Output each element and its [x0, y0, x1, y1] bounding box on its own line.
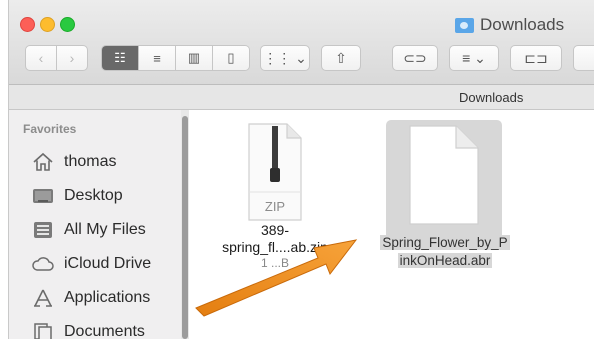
new-folder-button[interactable]: ⊏⊐ [510, 45, 562, 71]
sidebar-item-label: thomas [64, 153, 117, 170]
sidebar-scrollbar[interactable] [181, 110, 189, 339]
column-view-button[interactable]: ▥ [176, 46, 213, 70]
path-bar-title: Downloads [459, 90, 524, 105]
path-bar: Downloads [9, 85, 594, 110]
tag-button[interactable]: ⊂⊃ [392, 45, 438, 71]
all-files-icon [32, 220, 54, 240]
zoom-window-button[interactable] [60, 17, 75, 32]
desktop-icon [32, 186, 54, 206]
favorites-header: Favorites [23, 122, 77, 136]
view-mode-segmented-control: ☷ ≡ ▥ ▯ [101, 45, 250, 71]
sidebar-scroll-thumb[interactable] [182, 116, 188, 339]
sidebar: Favorites thomas Desktop All My Files iC… [9, 110, 181, 339]
sidebar-item-label: iCloud Drive [64, 255, 152, 272]
window-title-label: Downloads [480, 15, 565, 34]
sidebar-item-label: Documents [64, 323, 145, 339]
forward-button[interactable]: › [56, 45, 88, 71]
sidebar-item-label: Applications [64, 289, 151, 306]
minimize-window-button[interactable] [40, 17, 55, 32]
sidebar-item-thomas[interactable]: thomas [32, 148, 116, 176]
back-button[interactable]: ‹ [25, 45, 57, 71]
zip-type-label: ZIP [265, 199, 285, 214]
sidebar-item-desktop[interactable]: Desktop [32, 182, 123, 210]
close-window-button[interactable] [20, 17, 35, 32]
home-icon [32, 152, 54, 172]
downloads-folder-icon [455, 17, 474, 33]
sidebar-item-all-my-files[interactable]: All My Files [32, 216, 146, 244]
toolbar: Downloads ‹ › ☷ ≡ ▥ ▯ ⋮⋮ ⌄ ⇧ ⊂⊃ ≡ ⌄ ⊏⊐ [9, 0, 594, 85]
sidebar-item-applications[interactable]: Applications [32, 284, 150, 312]
abr-file-name-line1: Spring_Flower_by_P [380, 235, 510, 250]
abr-file-name[interactable]: Spring_Flower_by_P inkOnHead.abr [371, 234, 519, 270]
list-view-button[interactable]: ≡ [139, 46, 176, 70]
file-browser-content: ZIP 389- spring_fl....ab.zip 1 ...B Spri… [190, 110, 594, 339]
icon-view-button[interactable]: ☷ [102, 46, 139, 70]
generic-document-icon [409, 125, 479, 225]
share-button[interactable]: ⇧ [321, 45, 361, 71]
sidebar-item-label: All My Files [64, 221, 146, 238]
documents-icon [32, 322, 54, 339]
cloud-icon [32, 254, 54, 274]
finder-window: Downloads ‹ › ☷ ≡ ▥ ▯ ⋮⋮ ⌄ ⇧ ⊂⊃ ≡ ⌄ ⊏⊐ D… [8, 0, 594, 339]
arrange-button[interactable]: ⋮⋮ ⌄ [260, 45, 310, 71]
sidebar-item-label: Desktop [64, 187, 123, 204]
applications-icon [32, 288, 54, 308]
action-button[interactable]: ≡ ⌄ [449, 45, 499, 71]
abr-file-item[interactable] [386, 120, 502, 228]
coverflow-view-button[interactable]: ▯ [213, 46, 249, 70]
zip-file-name-line2: spring_fl....ab.zip [222, 239, 328, 255]
sidebar-item-documents[interactable]: Documents [32, 318, 145, 339]
zip-file-item[interactable]: ZIP 389- spring_fl....ab.zip 1 ...B [220, 122, 330, 270]
toolbar-overflow-button[interactable] [573, 45, 594, 71]
zip-file-icon: ZIP [248, 123, 302, 221]
window-title: Downloads [455, 15, 564, 35]
sidebar-item-icloud-drive[interactable]: iCloud Drive [32, 250, 151, 278]
zip-file-name-line1: 389- [260, 222, 290, 238]
zip-file-size: 1 ...B [260, 256, 289, 270]
abr-file-name-line2: inkOnHead.abr [397, 253, 493, 268]
